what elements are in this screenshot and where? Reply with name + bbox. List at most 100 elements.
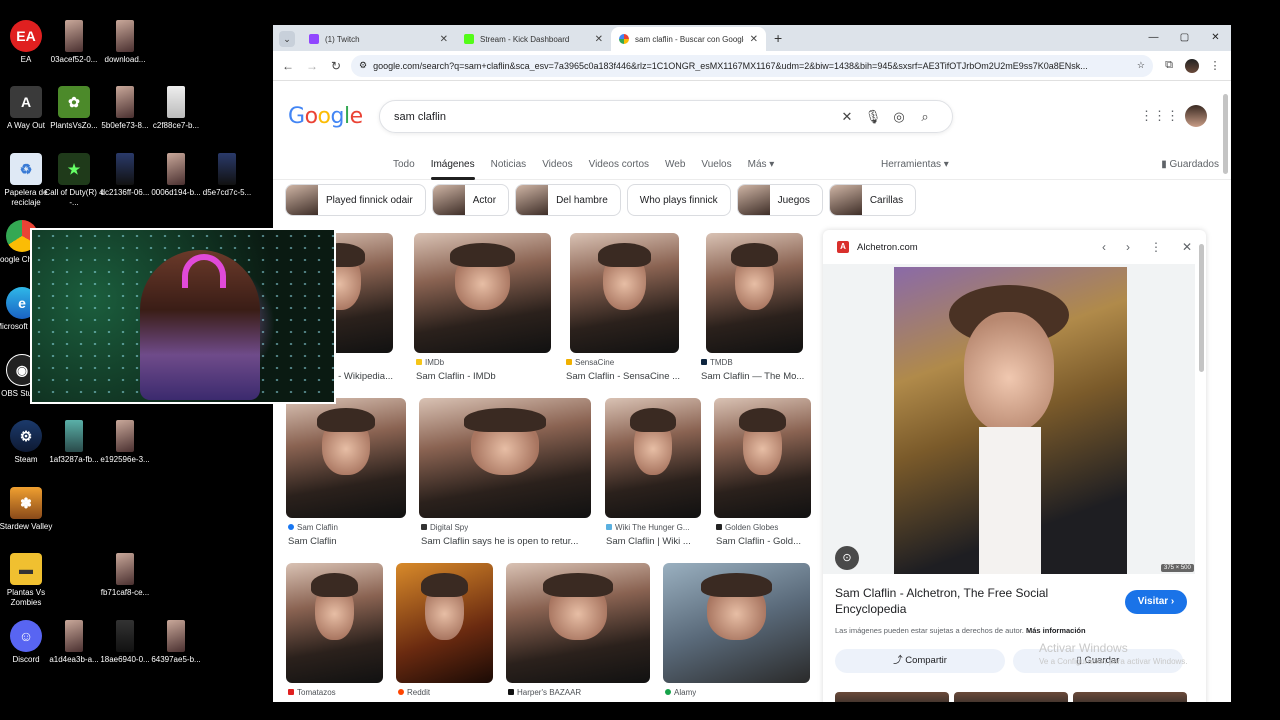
preview-title[interactable]: Sam Claflin - Alchetron, The Free Social… xyxy=(835,585,1115,617)
image-result[interactable] xyxy=(286,563,383,683)
new-tab-button[interactable]: + xyxy=(774,30,782,46)
menu-kebab-icon[interactable]: ⋮ xyxy=(1205,59,1225,72)
extensions-icon[interactable]: ⧉ xyxy=(1159,59,1179,72)
profile-avatar[interactable] xyxy=(1185,58,1199,73)
tab-vuelos[interactable]: Vuelos xyxy=(701,150,731,180)
search-icon[interactable]: ⌕ xyxy=(912,109,938,125)
more-options-icon[interactable]: ⋮ xyxy=(1150,240,1162,254)
image-result[interactable] xyxy=(286,398,406,518)
image-result[interactable] xyxy=(506,563,650,683)
site-info-icon[interactable]: ⚙ xyxy=(359,60,367,71)
close-tab-icon[interactable]: ✕ xyxy=(595,34,603,45)
related-image[interactable] xyxy=(1073,692,1187,702)
next-icon[interactable]: › xyxy=(1126,240,1130,254)
image-result[interactable] xyxy=(414,233,551,353)
image-thumbnail-icon xyxy=(116,620,134,652)
desktop-icon-file[interactable]: c2f88ce7-b... xyxy=(144,86,208,131)
kick-icon xyxy=(464,34,474,44)
desktop-icon-file[interactable]: d5e7cd7c-5... xyxy=(195,153,259,198)
google-lens-icon[interactable]: ⊙ xyxy=(835,546,859,570)
close-tab-icon[interactable]: ✕ xyxy=(750,34,758,45)
chip-juegos[interactable]: Juegos xyxy=(736,184,823,216)
image-thumbnail-icon xyxy=(65,20,83,52)
preview-image[interactable] xyxy=(894,267,1127,574)
image-result[interactable] xyxy=(396,563,493,683)
tab-noticias[interactable]: Noticias xyxy=(491,150,527,180)
image-result[interactable] xyxy=(605,398,701,518)
desktop-icon-plantas-vs-zombies[interactable]: ▬ Plantas Vs Zombies xyxy=(0,553,58,608)
tab-videos-cortos[interactable]: Videos cortos xyxy=(589,150,649,180)
forward-icon[interactable]: → xyxy=(303,59,321,73)
maximize-icon[interactable]: ▢ xyxy=(1169,25,1200,51)
image-result[interactable] xyxy=(663,563,810,683)
search-input[interactable]: sam claflin xyxy=(394,111,834,123)
chip-played-finnick-odair[interactable]: Played finnick odair xyxy=(285,184,426,216)
tab-twitch[interactable]: (1) Twitch ✕ xyxy=(301,27,456,51)
discord-icon: ☺ xyxy=(10,620,42,652)
tab-web[interactable]: Web xyxy=(665,150,685,180)
account-avatar[interactable] xyxy=(1185,105,1207,127)
chip-thumbnail xyxy=(737,185,770,215)
tmdb-icon xyxy=(701,359,707,365)
desktop-icon-file[interactable]: fb71caf8-ce... xyxy=(93,553,157,598)
chip-actor[interactable]: Actor xyxy=(431,184,510,216)
window-controls: — ▢ ✕ xyxy=(1138,25,1231,51)
desktop-icon-stardew-valley[interactable]: ✽ Stardew Valley xyxy=(0,487,58,532)
image-result[interactable] xyxy=(706,233,803,353)
close-tab-icon[interactable]: ✕ xyxy=(440,34,448,45)
image-thumbnail-icon xyxy=(218,153,236,185)
clear-icon[interactable]: ✕ xyxy=(834,109,860,125)
chip-thumbnail xyxy=(516,185,549,215)
bookmark-star-icon[interactable]: ☆ xyxy=(1137,60,1145,71)
result-source: Sam Claflin xyxy=(288,523,338,532)
desktop-icon-file[interactable]: 64397ae5-b... xyxy=(144,620,208,665)
page-scrollbar[interactable] xyxy=(1223,94,1228,174)
minimize-icon[interactable]: — xyxy=(1138,25,1169,51)
tab-imagenes[interactable]: Imágenes xyxy=(430,150,475,180)
reload-icon[interactable]: ↻ xyxy=(327,59,345,73)
panel-site-name[interactable]: Alchetron.com xyxy=(857,242,918,253)
tab-videos[interactable]: Videos xyxy=(542,150,572,180)
image-thumbnail-icon xyxy=(116,20,134,52)
desktop-icon-file[interactable]: e192596e-3... xyxy=(93,420,157,465)
search-type-tabs: Todo Imágenes Noticias Videos Videos cor… xyxy=(273,150,1231,180)
more-info-link[interactable]: Más información xyxy=(1026,626,1086,635)
tomatazos-icon xyxy=(288,689,294,695)
previous-icon[interactable]: ‹ xyxy=(1102,240,1106,254)
related-image[interactable] xyxy=(835,692,949,702)
tools-button[interactable]: Herramientas ▾ xyxy=(881,150,949,180)
visit-button[interactable]: Visitar › xyxy=(1125,590,1187,614)
close-window-icon[interactable]: ✕ xyxy=(1200,25,1231,51)
image-result[interactable] xyxy=(714,398,811,518)
image-result[interactable] xyxy=(419,398,591,518)
tab-kick[interactable]: Stream - Kick Dashboard ✕ xyxy=(456,27,611,51)
tab-google-search[interactable]: sam claflin - Buscar con Google ✕ xyxy=(611,27,766,51)
microphone-icon[interactable]: 🎙 xyxy=(860,109,886,125)
chip-del-hambre[interactable]: Del hambre xyxy=(515,184,621,216)
folder-icon: ▬ xyxy=(10,553,42,585)
desktop-icon-file[interactable]: download... xyxy=(93,20,157,65)
search-box[interactable]: sam claflin ✕ 🎙 ◎ ⌕ xyxy=(379,100,953,133)
chip-carillas[interactable]: Carillas xyxy=(828,184,917,216)
result-source: Alamy xyxy=(665,688,696,697)
panel-scrollbar[interactable] xyxy=(1199,244,1204,372)
related-image[interactable] xyxy=(954,692,1068,702)
windows-activation-watermark: Activar Windows Ve a Configuración para a… xyxy=(1039,641,1188,667)
steam-icon: ⚙ xyxy=(10,420,42,452)
share-button[interactable]: ⤴ Compartir xyxy=(835,649,1005,673)
close-panel-icon[interactable]: ✕ xyxy=(1182,240,1192,254)
chip-who-plays-finnick[interactable]: Who plays finnick xyxy=(626,184,731,216)
image-result[interactable] xyxy=(570,233,679,353)
address-bar[interactable]: ⚙ google.com/search?q=sam+claflin&sca_es… xyxy=(351,54,1153,77)
facebook-icon xyxy=(288,524,294,530)
saved-button[interactable]: ▮ Guardados xyxy=(1161,150,1219,180)
image-thumbnail-icon xyxy=(116,153,134,185)
camera-lens-icon[interactable]: ◎ xyxy=(886,109,912,125)
back-icon[interactable]: ← xyxy=(279,59,297,73)
chip-thumbnail xyxy=(432,185,465,215)
apps-grid-icon[interactable]: ⋮⋮⋮ xyxy=(1140,108,1179,124)
google-logo[interactable]: Google xyxy=(288,104,363,129)
tab-mas[interactable]: Más ▾ xyxy=(748,150,775,180)
tab-search-button[interactable]: ⌄ xyxy=(279,31,295,47)
tab-todo[interactable]: Todo xyxy=(393,150,415,180)
